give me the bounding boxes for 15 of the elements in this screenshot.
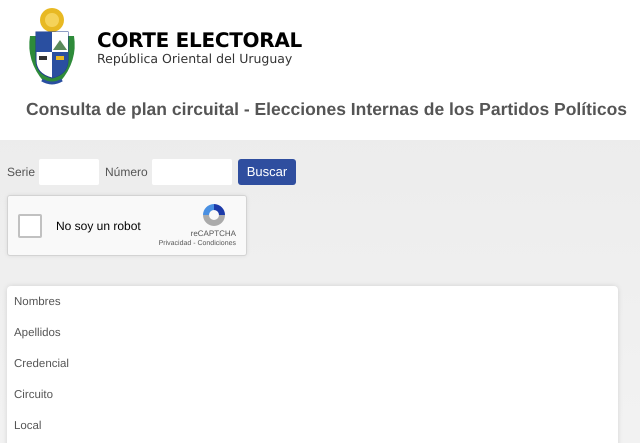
- page-title: Consulta de plan circuital - Elecciones Internas de los Partidos Políticos: [26, 99, 627, 119]
- result-label: Apellidos: [14, 326, 61, 341]
- recaptcha-logo-icon: [201, 202, 227, 228]
- captcha-label: No soy un robot: [56, 218, 141, 234]
- result-label: Local: [14, 419, 42, 434]
- result-label: Circuito: [14, 388, 53, 403]
- site-subtitle: República Oriental del Uruguay: [97, 51, 294, 67]
- result-label: Nombres: [14, 295, 61, 310]
- field-label: Número: [105, 164, 148, 181]
- search-button[interactable]: Buscar: [238, 159, 296, 185]
- site-title: CORTE ELECTORAL: [97, 29, 302, 51]
- captcha-checkbox[interactable]: [18, 214, 42, 238]
- recaptcha-brand: reCAPTCHA: [190, 229, 236, 239]
- result-label: Credencial: [14, 357, 69, 372]
- field-label: Serie: [7, 164, 36, 181]
